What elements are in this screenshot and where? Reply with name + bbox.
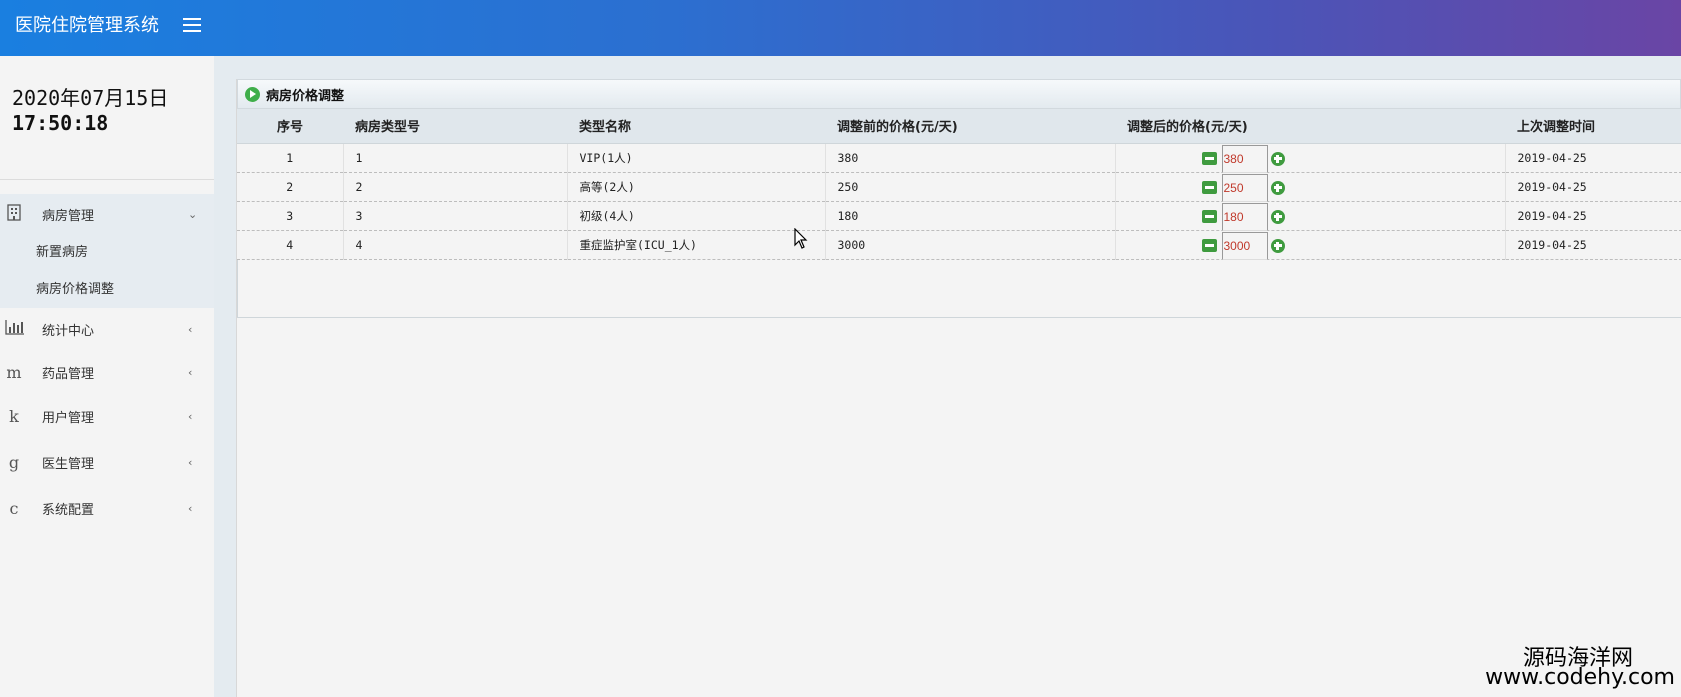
sidebar-item-medicine[interactable]: m 药品管理 ‹ — [0, 350, 214, 394]
sidebar-subitem-ward-price[interactable]: 病房价格调整 — [0, 271, 214, 308]
column-header: 病房类型号 — [343, 109, 567, 144]
sidebar-item-label: 病房管理 — [42, 208, 95, 224]
cell-no: 3 — [237, 201, 344, 231]
sidebar-item-system-config[interactable]: c 系统配置 ‹ — [0, 485, 214, 531]
chevron-left-icon: ‹ — [188, 410, 193, 423]
price-input[interactable] — [1221, 231, 1268, 260]
chevron-left-icon: ‹ — [188, 322, 193, 336]
price-stepper — [1201, 144, 1285, 173]
plus-icon[interactable] — [1270, 180, 1285, 195]
minus-icon[interactable] — [1201, 210, 1217, 223]
table-row: 3 3 初级(4人) 180 2019-04-25 — [237, 201, 1681, 231]
cell-price-before: 380 — [825, 143, 1116, 173]
clock: 2020年07月15日 17:50:18 — [0, 56, 214, 180]
price-stepper — [1201, 202, 1285, 231]
sidebar-item-ward-management[interactable]: 病房管理 ⌄ — [0, 194, 214, 234]
sidebar: 2020年07月15日 17:50:18 病房管理 ⌄ 新置病房 病房价格调整 … — [0, 56, 214, 697]
cell-type-name: 初级(4人) — [567, 201, 826, 231]
cell-no: 2 — [237, 172, 344, 202]
column-header: 上次调整时间 — [1505, 109, 1681, 144]
bar-chart-icon — [5, 319, 24, 339]
table-footer — [237, 259, 1681, 318]
plus-icon[interactable] — [1270, 238, 1285, 253]
building-icon — [5, 203, 23, 225]
c-icon: c — [9, 498, 19, 518]
chevron-left-icon: ‹ — [188, 365, 193, 379]
chevron-left-icon: ‹ — [188, 455, 193, 469]
cell-no: 1 — [237, 143, 344, 173]
play-icon — [245, 86, 260, 102]
chevron-down-icon: ⌄ — [188, 207, 198, 221]
cell-type-name: 重症监护室(ICU_1人) — [567, 230, 826, 260]
app-title: 医院住院管理系统 — [15, 15, 159, 36]
panel-title: 病房价格调整 — [266, 88, 345, 104]
cell-type-name: VIP(1人) — [567, 143, 826, 173]
nav-group-ward: 病房管理 ⌄ 新置病房 病房价格调整 — [0, 194, 214, 308]
price-table: 序号 病房类型号 类型名称 调整前的价格(元/天) 调整后的价格(元/天) 上次… — [237, 109, 1681, 260]
table-header-row: 序号 病房类型号 类型名称 调整前的价格(元/天) 调整后的价格(元/天) 上次… — [237, 109, 1681, 144]
minus-icon[interactable] — [1201, 239, 1217, 252]
cell-type-name: 高等(2人) — [567, 172, 826, 202]
current-time: 17:50:18 — [12, 111, 109, 135]
table-row: 1 1 VIP(1人) 380 2019-04-25 — [237, 143, 1681, 173]
cell-last-adjusted: 2019-04-25 — [1505, 143, 1681, 173]
cell-price-after — [1115, 230, 1506, 260]
cell-type-no: 2 — [343, 172, 568, 202]
m-icon: m — [6, 362, 22, 382]
minus-icon[interactable] — [1201, 152, 1217, 165]
sidebar-item-users[interactable]: k 用户管理 ‹ — [0, 394, 214, 439]
cell-last-adjusted: 2019-04-25 — [1505, 201, 1681, 231]
column-header: 调整前的价格(元/天) — [825, 109, 1115, 144]
column-header: 调整后的价格(元/天) — [1115, 109, 1505, 144]
g-icon: g — [8, 452, 20, 472]
top-header: 医院住院管理系统 — [0, 0, 1681, 56]
price-stepper — [1201, 231, 1285, 260]
cell-price-before: 3000 — [825, 230, 1116, 260]
cell-type-no: 4 — [343, 230, 568, 260]
sidebar-item-label: 统计中心 — [42, 323, 95, 339]
plus-icon[interactable] — [1270, 209, 1285, 224]
column-header: 类型名称 — [567, 109, 825, 144]
cell-last-adjusted: 2019-04-25 — [1505, 172, 1681, 202]
watermark-url: www.codehy.com — [1485, 665, 1675, 690]
sidebar-item-label: 医生管理 — [42, 456, 95, 472]
sidebar-subitem-new-ward[interactable]: 新置病房 — [0, 234, 214, 271]
sidebar-item-label: 系统配置 — [42, 502, 95, 518]
table-row: 2 2 高等(2人) 250 2019-04-25 — [237, 172, 1681, 202]
sidebar-item-doctors[interactable]: g 医生管理 ‹ — [0, 439, 214, 485]
cell-last-adjusted: 2019-04-25 — [1505, 230, 1681, 260]
chevron-left-icon: ‹ — [188, 501, 193, 515]
cell-no: 4 — [237, 230, 344, 260]
minus-icon[interactable] — [1201, 181, 1217, 194]
column-header: 序号 — [237, 109, 343, 144]
sidebar-item-label: 用户管理 — [42, 411, 95, 426]
sidebar-item-statistics[interactable]: 统计中心 ‹ — [0, 308, 214, 350]
cell-price-after — [1115, 201, 1506, 231]
price-input[interactable] — [1221, 173, 1268, 202]
price-input[interactable] — [1221, 202, 1268, 231]
cell-type-no: 1 — [343, 143, 568, 173]
hamburger-icon[interactable] — [183, 18, 201, 34]
table-row: 4 4 重症监护室(ICU_1人) 3000 2019-04-25 — [237, 230, 1681, 260]
cell-price-after — [1115, 143, 1506, 173]
sidebar-item-label: 药品管理 — [42, 366, 95, 382]
k-icon: k — [9, 407, 19, 426]
cell-price-before: 180 — [825, 201, 1116, 231]
price-input[interactable] — [1221, 144, 1268, 173]
current-date: 2020年07月15日 — [12, 86, 169, 110]
panel-header: 病房价格调整 — [237, 79, 1681, 109]
cell-price-after — [1115, 172, 1506, 202]
plus-icon[interactable] — [1270, 151, 1285, 166]
cell-type-no: 3 — [343, 201, 568, 231]
main-content: 病房价格调整 序号 病房类型号 类型名称 调整前的价格(元/天) 调整后的价格(… — [236, 79, 1681, 697]
cell-price-before: 250 — [825, 172, 1116, 202]
price-stepper — [1201, 173, 1285, 202]
